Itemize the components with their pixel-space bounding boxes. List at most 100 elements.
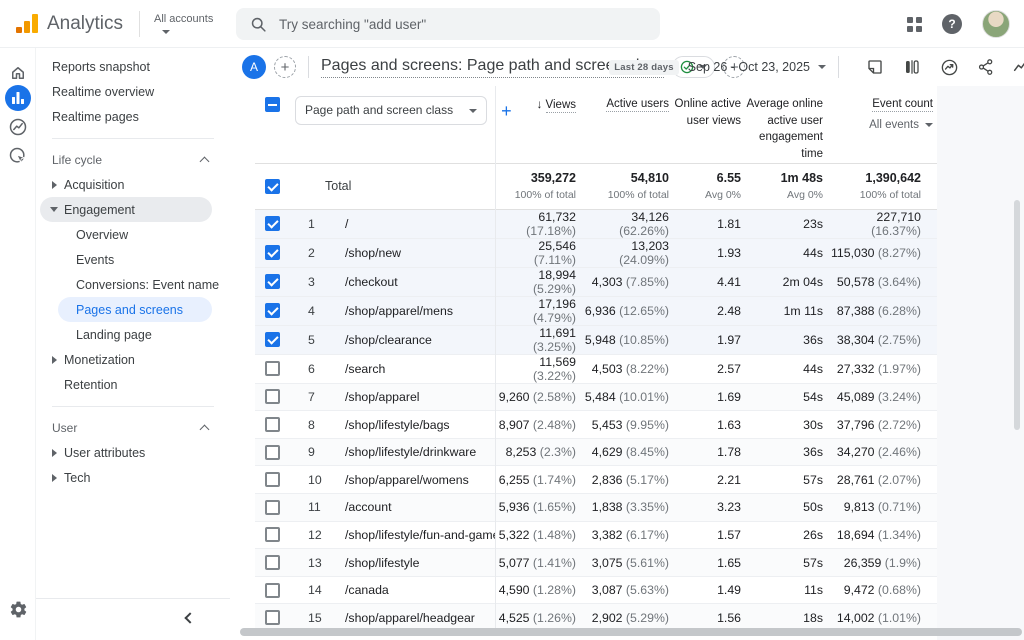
sidebar-item-pages-and-screens[interactable]: Pages and screens	[58, 297, 212, 322]
total-label: Total	[295, 163, 495, 209]
row-index: 13	[295, 549, 325, 577]
sidebar-item-monetization[interactable]: Monetization	[36, 347, 230, 372]
account-switcher[interactable]: All accounts	[154, 13, 213, 33]
sidebar-item-label: Pages and screens	[76, 303, 183, 317]
search-placeholder: Try searching "add user"	[279, 17, 426, 32]
comparison-icon[interactable]	[902, 57, 922, 77]
views-cell: 5,322 (1.48%)	[495, 521, 580, 549]
add-dimension-icon[interactable]: +	[501, 102, 512, 120]
chevron-up-icon	[200, 157, 210, 167]
settings-gear-icon[interactable]	[5, 596, 31, 622]
row-checkbox[interactable]	[265, 332, 280, 347]
page-path-cell: /search	[325, 354, 495, 383]
sidebar-item-events[interactable]: Events	[36, 247, 230, 272]
online-views-cell: 1.57	[673, 521, 745, 549]
event-count-cell: 37,796 (2.72%)	[827, 411, 937, 439]
table-total-row: Total 359,272100% of total 54,810100% of…	[255, 163, 937, 209]
sidebar-item-label: Realtime pages	[52, 110, 139, 124]
column-header-online-active-user-views[interactable]: Online active user views	[673, 86, 745, 163]
online-views-cell: 1.81	[673, 209, 745, 238]
row-index: 14	[295, 576, 325, 604]
row-checkbox[interactable]	[265, 216, 280, 231]
sidebar-item-retention[interactable]: Retention	[36, 372, 230, 397]
row-checkbox[interactable]	[265, 303, 280, 318]
share-icon[interactable]	[976, 57, 996, 77]
online-views-cell: 4.41	[673, 267, 745, 296]
advertising-icon[interactable]	[5, 143, 31, 169]
sidebar-item-reports-snapshot[interactable]: Reports snapshot	[36, 54, 230, 79]
home-icon[interactable]	[5, 60, 31, 86]
sidebar-item-landing-page[interactable]: Landing page	[36, 322, 230, 347]
row-checkbox[interactable]	[265, 245, 280, 260]
table-row: 3/checkout18,994 (5.29%)4,303 (7.85%)4.4…	[255, 267, 937, 296]
vertical-scrollbar[interactable]	[1014, 200, 1020, 430]
horizontal-scrollbar[interactable]	[240, 628, 1022, 636]
column-header-active-users[interactable]: Active users	[580, 86, 673, 163]
online-views-cell: 2.21	[673, 466, 745, 494]
date-range-picker[interactable]: Sep 26 - Oct 23, 2025	[688, 60, 810, 74]
dimension-selector[interactable]: Page path and screen class	[295, 96, 487, 125]
sidebar-item-label: Conversions: Event name	[76, 278, 219, 292]
page-path-cell: /checkout	[325, 267, 495, 296]
sidebar-item-realtime-pages[interactable]: Realtime pages	[36, 104, 230, 129]
search-input[interactable]: Try searching "add user"	[236, 8, 660, 40]
table-row: 12/shop/lifestyle/fun-and-games5,322 (1.…	[255, 521, 937, 549]
sidebar-item-acquisition[interactable]: Acquisition	[36, 172, 230, 197]
row-checkbox[interactable]	[265, 274, 280, 289]
select-all-checkbox[interactable]	[265, 97, 280, 112]
section-label: User	[52, 421, 77, 435]
sidebar-item-realtime-overview[interactable]: Realtime overview	[36, 79, 230, 104]
row-checkbox[interactable]	[265, 472, 280, 487]
engagement-time-cell: 23s	[745, 209, 827, 238]
customize-report-icon[interactable]	[1013, 57, 1024, 77]
page-path-cell: /shop/apparel/womens	[325, 466, 495, 494]
sidebar-item-overview[interactable]: Overview	[36, 222, 230, 247]
row-checkbox[interactable]	[265, 583, 280, 598]
total-row-checkbox[interactable]	[265, 179, 280, 194]
sidebar-section-user[interactable]: User	[36, 416, 230, 440]
sidebar-item-user-attributes[interactable]: User attributes	[36, 440, 230, 465]
page-path-cell: /	[325, 209, 495, 238]
engagement-time-cell: 44s	[745, 354, 827, 383]
help-icon[interactable]: ?	[942, 14, 962, 34]
row-index: 9	[295, 438, 325, 466]
avatar[interactable]	[982, 10, 1010, 38]
reports-icon[interactable]	[5, 85, 31, 111]
column-header-event-count[interactable]: Event count All events	[827, 86, 937, 163]
row-checkbox[interactable]	[265, 500, 280, 515]
sidebar-item-label: User attributes	[64, 446, 145, 460]
explore-icon[interactable]	[5, 114, 31, 140]
event-count-cell: 115,030 (8.27%)	[827, 238, 937, 267]
table-row: 7/shop/apparel9,260 (2.58%)5,484 (10.01%…	[255, 383, 937, 411]
sidebar-item-conversions-event-name[interactable]: Conversions: Event name	[36, 272, 230, 297]
row-checkbox[interactable]	[265, 417, 280, 432]
report-avatar[interactable]: A	[242, 55, 266, 79]
sidebar-section-life-cycle[interactable]: Life cycle	[36, 148, 230, 172]
row-checkbox[interactable]	[265, 361, 280, 376]
column-header-views[interactable]: ↓Views	[495, 86, 580, 163]
row-checkbox[interactable]	[265, 389, 280, 404]
row-checkbox[interactable]	[265, 445, 280, 460]
row-checkbox[interactable]	[265, 610, 280, 625]
sidebar-item-label: Tech	[64, 471, 90, 485]
insights-icon[interactable]	[939, 57, 959, 77]
sidebar-item-engagement[interactable]: Engagement	[40, 197, 212, 222]
views-cell: 5,077 (1.41%)	[495, 549, 580, 577]
analytics-logo-icon	[16, 14, 38, 33]
active-users-cell: 4,303 (7.85%)	[580, 267, 673, 296]
row-checkbox[interactable]	[265, 555, 280, 570]
sidebar-item-tech[interactable]: Tech	[36, 465, 230, 490]
add-comparison-icon[interactable]: +	[274, 56, 296, 78]
apps-grid-icon[interactable]	[907, 17, 922, 32]
row-checkbox[interactable]	[265, 527, 280, 542]
account-switcher-label: All accounts	[154, 13, 213, 26]
active-users-cell: 4,629 (8.45%)	[580, 438, 673, 466]
collapse-sidebar-icon[interactable]	[184, 612, 195, 623]
active-users-cell: 4,503 (8.22%)	[580, 354, 673, 383]
event-filter-dropdown[interactable]: All events	[827, 117, 933, 134]
top-app-bar: Analytics All accounts Try searching "ad…	[0, 0, 1024, 48]
event-count-cell: 27,332 (1.97%)	[827, 354, 937, 383]
notes-icon[interactable]	[865, 57, 885, 77]
engagement-time-cell: 44s	[745, 238, 827, 267]
column-header-avg-engagement-time[interactable]: Average online active user engagement ti…	[745, 86, 827, 163]
